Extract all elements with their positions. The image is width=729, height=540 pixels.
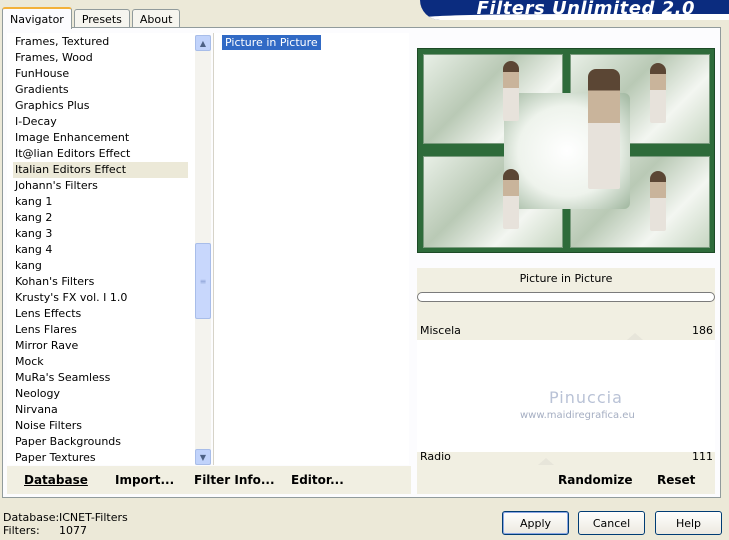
category-item[interactable]: FunHouse (13, 66, 188, 82)
category-item[interactable]: Gradients (13, 82, 188, 98)
category-item[interactable]: Lens Flares (13, 322, 188, 338)
slider-thumb[interactable] (538, 458, 554, 465)
cancel-button[interactable]: Cancel (578, 511, 645, 535)
import-button[interactable]: Import... (115, 473, 174, 487)
category-item[interactable]: kang (13, 258, 188, 274)
settings-filter-name: Picture in Picture (519, 272, 613, 285)
database-button[interactable]: Database (24, 473, 88, 487)
footer-info: Database:ICNET-Filters Filters: 1077 (3, 511, 128, 537)
app-banner: Filters Unlimited 2.0 (420, 0, 729, 20)
category-item[interactable]: Krusty's FX vol. I 1.0 (13, 290, 188, 306)
scroll-down-button[interactable]: ▼ (195, 449, 211, 465)
slider-label: Radio (420, 450, 451, 463)
category-items: Frames, Textured Frames, Wood FunHouse Grad… (13, 34, 188, 466)
preview-figure (650, 63, 666, 123)
apply-button[interactable]: Apply (502, 511, 569, 535)
category-item[interactable]: kang 1 (13, 194, 188, 210)
list-actions: Database Import... Filter Info... Editor… (7, 466, 411, 494)
category-item[interactable]: kang 2 (13, 210, 188, 226)
category-item[interactable]: Graphics Plus (13, 98, 188, 114)
preview-image (417, 48, 715, 253)
category-item[interactable]: Frames, Wood (13, 50, 188, 66)
category-item[interactable]: kang 3 (13, 226, 188, 242)
preview-figure (503, 61, 519, 121)
preview-figure-main (588, 69, 620, 189)
category-item[interactable]: kang 4 (13, 242, 188, 258)
database-value: ICNET-Filters (59, 511, 128, 524)
tab-navigator[interactable]: Navigator (2, 7, 72, 29)
category-list[interactable]: Frames, Textured Frames, Wood FunHouse Grad… (7, 33, 211, 466)
category-item[interactable]: Frames, Textured (13, 34, 188, 50)
category-item[interactable]: Mock (13, 354, 188, 370)
category-scrollbar[interactable]: ▲ ≡ ▼ (195, 35, 211, 465)
slider-thumb[interactable] (627, 333, 643, 340)
slider-miscela[interactable]: Miscela 186 (417, 324, 715, 340)
help-button[interactable]: Help (655, 511, 722, 535)
category-item[interactable]: Neology (13, 386, 188, 402)
preview-figure (503, 169, 519, 229)
category-item[interactable]: Italian Editors Effect (13, 162, 188, 178)
tab-presets[interactable]: Presets (73, 9, 130, 28)
filter-info-button[interactable]: Filter Info... (194, 473, 275, 487)
category-item[interactable]: Nirvana (13, 402, 188, 418)
reset-button[interactable]: Reset (657, 473, 695, 487)
slider-value: 186 (692, 324, 713, 337)
category-item[interactable]: Noise Filters (13, 418, 188, 434)
database-label: Database: (3, 511, 60, 524)
settings-actions: Randomize Reset (417, 466, 715, 494)
watermark-name: Pinuccia (549, 388, 623, 407)
filter-item-selected[interactable]: Picture in Picture (222, 35, 321, 50)
slider-radio[interactable]: Radio 111 (417, 450, 715, 466)
category-item[interactable]: Mirror Rave (13, 338, 188, 354)
grip-icon: ≡ (199, 276, 207, 286)
scroll-thumb[interactable]: ≡ (195, 243, 211, 319)
category-item[interactable]: Paper Textures (13, 450, 188, 466)
preview-figure (650, 171, 666, 231)
category-item[interactable]: MuRa's Seamless (13, 370, 188, 386)
category-item[interactable]: Lens Effects (13, 306, 188, 322)
category-item[interactable]: Johann's Filters (13, 178, 188, 194)
filter-list[interactable]: Picture in Picture (213, 33, 409, 465)
filters-label: Filters: (3, 524, 40, 537)
app-title: Filters Unlimited 2.0 (476, 0, 695, 19)
chevron-down-icon: ▼ (199, 452, 207, 462)
progress-bar (417, 292, 715, 302)
randomize-button[interactable]: Randomize (558, 473, 632, 487)
category-item[interactable]: It@lian Editors Effect (13, 146, 188, 162)
tab-about[interactable]: About (131, 9, 181, 28)
tab-bar: Navigator Presets About (2, 6, 182, 29)
settings-panel: Picture in Picture Miscela 186 Pinuccia … (417, 268, 715, 466)
filters-count: 1077 (59, 524, 87, 537)
chevron-up-icon: ▲ (199, 38, 207, 48)
category-item[interactable]: I-Decay (13, 114, 188, 130)
slider-value: 111 (692, 450, 713, 463)
scroll-up-button[interactable]: ▲ (195, 35, 211, 51)
category-item[interactable]: Image Enhancement (13, 130, 188, 146)
category-item[interactable]: Paper Backgrounds (13, 434, 188, 450)
watermark-url: www.maidiregrafica.eu (520, 410, 635, 421)
slider-label: Miscela (420, 324, 461, 337)
editor-button[interactable]: Editor... (291, 473, 344, 487)
slider-area: Pinuccia www.maidiregrafica.eu (417, 340, 715, 452)
category-item[interactable]: Kohan's Filters (13, 274, 188, 290)
